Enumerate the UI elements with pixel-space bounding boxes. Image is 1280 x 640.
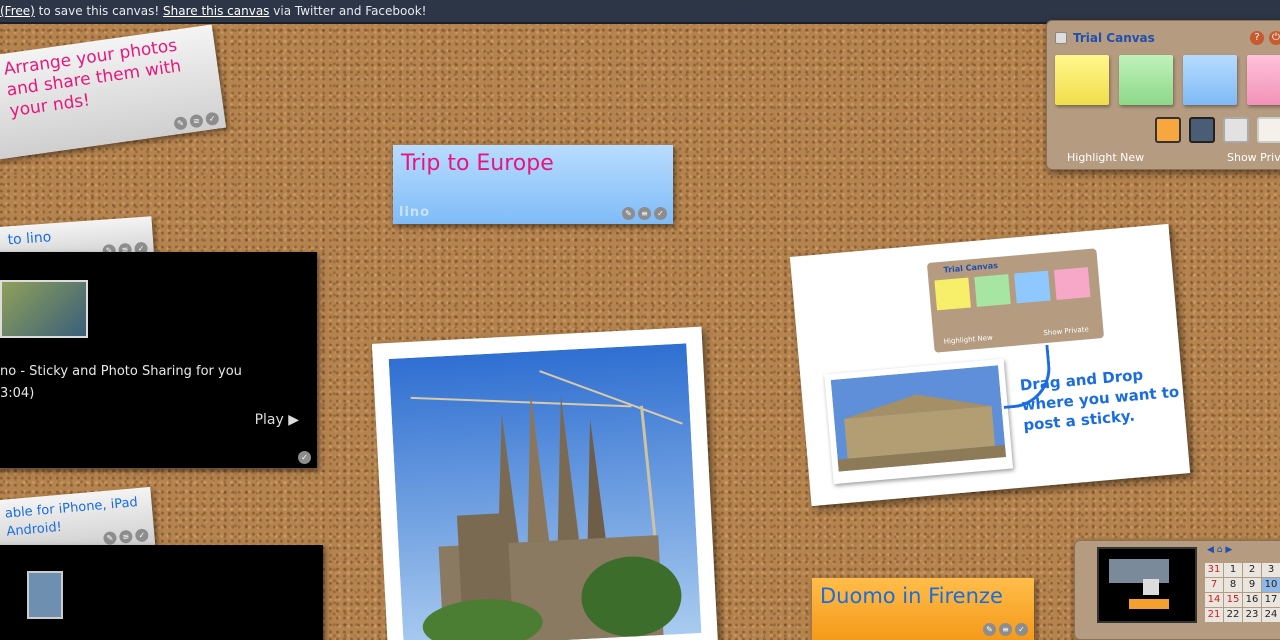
photo-sticky-sagrada-familia[interactable] — [371, 326, 719, 640]
check-icon[interactable]: ✓ — [134, 528, 149, 543]
lino-watermark: lino — [399, 205, 431, 220]
play-button[interactable]: Play ▶ — [255, 412, 299, 428]
sticky-duomo-firenze[interactable]: Duomo in Firenze ✎ ≡ ✓ — [812, 578, 1034, 640]
cal-day[interactable]: 21 — [1205, 608, 1223, 622]
highlight-new-toggle[interactable]: Highlight New — [1067, 151, 1144, 164]
mini-panel-title: Trial Canvas — [943, 260, 999, 275]
video-sticky-intro[interactable]: no - Sticky and Photo Sharing for you 3:… — [0, 252, 317, 468]
show-private-toggle[interactable]: Show Priv — [1227, 151, 1280, 164]
video-thumbnail[interactable] — [0, 280, 88, 338]
panel-title: Trial Canvas — [1073, 31, 1155, 45]
sticky-trip-to-europe[interactable]: Trip to Europe lino ✎ ≡ ✓ — [393, 145, 673, 224]
video-sticky-mobile[interactable] — [0, 545, 323, 640]
calendar-grid: 31 1 2 3 7 8 9 10 14 15 16 17 21 22 23 2… — [1205, 563, 1280, 622]
calendar-nav[interactable]: ◀ ⌂ ▶ — [1207, 545, 1232, 555]
attachment-tool-icon[interactable] — [1223, 117, 1249, 143]
blank-sticky-tool-icon[interactable] — [1257, 117, 1280, 143]
check-icon[interactable]: ✓ — [1015, 623, 1028, 636]
cal-day[interactable]: 8 — [1224, 578, 1242, 592]
cal-day[interactable]: 31 — [1205, 563, 1223, 577]
cal-day[interactable]: 9 — [1243, 578, 1261, 592]
cal-day[interactable]: 7 — [1205, 578, 1223, 592]
cal-day-today[interactable]: 10 — [1262, 578, 1280, 592]
video-duration: 3:04) — [0, 386, 35, 401]
mini-panel: Trial Canvas Highlight New Show Private — [926, 248, 1105, 353]
sticky-palette-panel: Trial Canvas ? ⏻ Highlight New Show Priv — [1046, 20, 1280, 170]
sticky-duomo-text: Duomo in Firenze — [820, 584, 1003, 608]
cal-day[interactable]: 2 — [1243, 563, 1261, 577]
sticky-trip-text: Trip to Europe — [401, 151, 554, 176]
video-tool-icon[interactable] — [1189, 117, 1215, 143]
check-icon[interactable]: ✓ — [654, 207, 667, 220]
canvas-minimap[interactable] — [1097, 547, 1197, 623]
photo-tool-icon[interactable] — [1155, 117, 1181, 143]
share-canvas-link[interactable]: Share this canvas — [163, 4, 269, 18]
edit-icon[interactable]: ✎ — [983, 623, 996, 636]
video-title: no - Sticky and Photo Sharing for you — [0, 364, 242, 379]
cal-day[interactable]: 22 — [1224, 608, 1242, 622]
instruction-card[interactable]: Trial Canvas Highlight New Show Private … — [789, 223, 1191, 507]
face-icon — [1055, 32, 1067, 44]
cal-day[interactable]: 3 — [1262, 563, 1280, 577]
mini-highlight-text: Highlight New — [943, 333, 994, 346]
edit-icon[interactable]: ✎ — [173, 115, 188, 131]
cal-day[interactable]: 17 — [1262, 593, 1280, 607]
parthenon-photo — [824, 358, 1014, 485]
cal-day[interactable]: 1 — [1224, 563, 1242, 577]
pink-sticky-pad[interactable] — [1247, 55, 1280, 105]
check-icon[interactable]: ✓ — [298, 451, 311, 464]
green-sticky-pad[interactable] — [1119, 55, 1173, 105]
mini-private-text: Show Private — [1043, 325, 1090, 338]
menu-icon[interactable]: ≡ — [118, 529, 133, 544]
instruction-text: Drag and Drop where you want to post a s… — [1019, 365, 1180, 435]
menu-icon[interactable]: ≡ — [638, 207, 651, 220]
sagrada-familia-photo — [388, 343, 702, 640]
yellow-sticky-pad[interactable] — [1055, 55, 1109, 105]
calendar-widget: ◀ ⌂ ▶ 31 1 2 3 7 8 9 10 14 15 16 17 21 2… — [1074, 540, 1280, 640]
edit-icon[interactable]: ✎ — [622, 207, 635, 220]
phone-thumbnail[interactable] — [27, 571, 63, 619]
cal-day[interactable]: 16 — [1243, 593, 1261, 607]
cal-day[interactable]: 24 — [1262, 608, 1280, 622]
cal-day[interactable]: 14 — [1205, 593, 1223, 607]
banner-text-1: to save this canvas! — [34, 4, 164, 18]
free-signup-link[interactable]: (Free) — [0, 4, 35, 18]
power-icon[interactable]: ⏻ — [1269, 31, 1280, 45]
help-icon[interactable]: ? — [1250, 31, 1264, 45]
check-icon[interactable]: ✓ — [204, 111, 220, 127]
menu-icon[interactable]: ≡ — [189, 113, 204, 129]
cal-day[interactable]: 23 — [1243, 608, 1261, 622]
edit-icon[interactable]: ✎ — [102, 531, 118, 546]
banner-text-2: via Twitter and Facebook! — [269, 4, 427, 18]
menu-icon[interactable]: ≡ — [999, 623, 1012, 636]
sticky-arrange-text: Arrange your photos and share them with … — [2, 35, 183, 122]
blue-sticky-pad[interactable] — [1183, 55, 1237, 105]
sticky-arrange-photos[interactable]: Arrange your photos and share them with … — [0, 24, 227, 160]
cal-day[interactable]: 15 — [1224, 593, 1242, 607]
